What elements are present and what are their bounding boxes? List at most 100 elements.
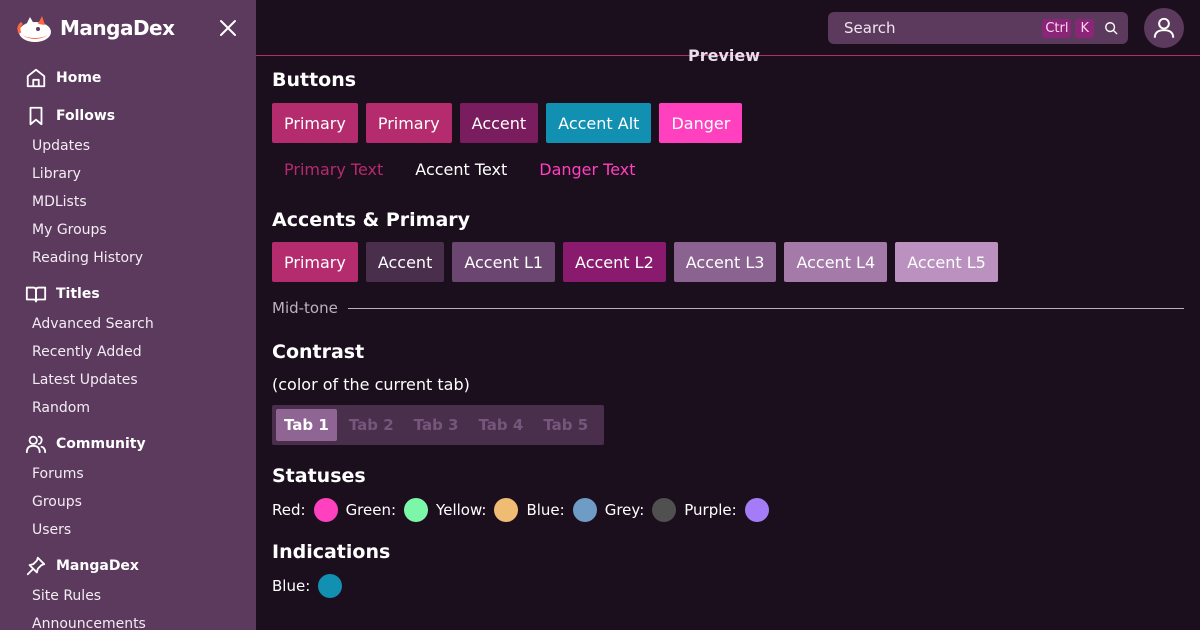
accent-swatch-accent[interactable]: Accent [365, 242, 445, 282]
pin-icon [24, 554, 48, 578]
sidebar-item-my-groups[interactable]: My Groups [0, 216, 256, 244]
close-icon [220, 20, 236, 36]
accent-swatch-l2[interactable]: Accent L2 [563, 242, 666, 282]
status-label: Blue: [526, 501, 565, 519]
sidebar-item-forums[interactable]: Forums [0, 460, 256, 488]
sidebar-item-titles[interactable]: Titles [0, 278, 256, 310]
logo-icon [16, 13, 54, 43]
sidebar-item-advanced-search[interactable]: Advanced Search [0, 310, 256, 338]
accent-button[interactable]: Accent [459, 103, 539, 143]
bookmark-icon [24, 104, 48, 128]
tab-4[interactable]: Tab 4 [470, 409, 531, 441]
buttons-row: Primary Primary Accent Accent Alt Danger [272, 103, 750, 143]
accent-swatch-primary[interactable]: Primary [272, 242, 358, 282]
midtone-label: Mid-tone [272, 299, 338, 317]
status-label: Grey: [604, 501, 645, 519]
sidebar-item-latest-updates[interactable]: Latest Updates [0, 366, 256, 394]
status-dot-red [313, 498, 338, 522]
statuses-row: Red: Green: Yellow: Blue: Grey: Purple: [272, 498, 777, 522]
sidebar-item-recently-added[interactable]: Recently Added [0, 338, 256, 366]
indication-blue: Blue: [272, 574, 343, 598]
contrast-note: (color of the current tab) [272, 375, 470, 394]
book-open-icon [24, 282, 48, 306]
danger-button[interactable]: Danger [659, 103, 743, 143]
logo-text: MangaDex [60, 16, 175, 40]
status-label: Purple: [684, 501, 737, 519]
status-dot-purple [744, 498, 769, 522]
accents-row: Primary Accent Accent L1 Accent L2 Accen… [272, 242, 1006, 282]
close-sidebar-button[interactable] [214, 14, 242, 42]
sidebar-item-announcements[interactable]: Announcements [0, 610, 256, 630]
status-dot-yellow [494, 498, 519, 522]
tab-1[interactable]: Tab 1 [276, 409, 337, 441]
primary-text-button[interactable]: Primary Text [272, 155, 395, 183]
status-label: Yellow: [436, 501, 487, 519]
status-blue: Blue: [526, 498, 597, 522]
preview-heading: Preview [688, 46, 761, 63]
status-label: Green: [345, 501, 397, 519]
primary-button[interactable]: Primary [272, 103, 358, 143]
status-yellow: Yellow: [436, 498, 519, 522]
accents-heading: Accents & Primary [272, 209, 471, 231]
sidebar-item-follows[interactable]: Follows [0, 100, 256, 132]
contrast-heading: Contrast [272, 341, 365, 363]
text-buttons-row: Primary Text Accent Text Danger Text [272, 155, 656, 183]
indications-heading: Indications [272, 541, 391, 563]
primary-button-2[interactable]: Primary [365, 103, 452, 143]
shortcut-ctrl-key: Ctrl [1042, 18, 1072, 38]
shortcut-k-key: K [1075, 18, 1094, 38]
sidebar-item-random[interactable]: Random [0, 394, 256, 422]
danger-text-button[interactable]: Danger Text [527, 155, 647, 183]
search-placeholder: Search [844, 19, 896, 37]
user-icon [1153, 17, 1175, 38]
search-input[interactable]: Search Ctrl K [828, 12, 1128, 44]
accent-swatch-l3[interactable]: Accent L3 [673, 242, 777, 282]
contrast-tabs: Tab 1 Tab 2 Tab 3 Tab 4 Tab 5 [272, 405, 605, 445]
indication-dot-blue [318, 574, 343, 598]
midtone-divider: Mid-tone [272, 299, 1184, 317]
sidebar-section-label: Community [56, 436, 146, 452]
sidebar-item-users[interactable]: Users [0, 516, 256, 544]
divider-line [347, 307, 1184, 309]
sidebar-item-mangadex[interactable]: MangaDex [0, 550, 256, 582]
status-label: Red: [272, 501, 306, 519]
statuses-heading: Statuses [272, 465, 366, 487]
status-dot-green [404, 498, 429, 522]
accent-swatch-l1[interactable]: Accent L1 [452, 242, 556, 282]
home-icon [24, 66, 48, 90]
accent-swatch-l5[interactable]: Accent L5 [895, 242, 998, 282]
sidebar-item-groups[interactable]: Groups [0, 488, 256, 516]
main-content: Preview Buttons Primary Primary Accent A… [272, 46, 1184, 630]
accent-alt-button[interactable]: Accent Alt [546, 103, 652, 143]
indications-row: Blue: [272, 574, 350, 598]
sidebar-item-library[interactable]: Library [0, 160, 256, 188]
accent-text-button[interactable]: Accent Text [403, 155, 519, 183]
status-dot-blue [572, 498, 597, 522]
search-icon[interactable] [1104, 21, 1118, 35]
tab-3[interactable]: Tab 3 [406, 409, 467, 441]
tab-2[interactable]: Tab 2 [341, 409, 402, 441]
sidebar-item-mdlists[interactable]: MDLists [0, 188, 256, 216]
user-avatar-button[interactable] [1144, 8, 1184, 48]
sidebar-item-updates[interactable]: Updates [0, 132, 256, 160]
buttons-heading: Buttons [272, 69, 357, 91]
sidebar-section-label: Home [56, 70, 102, 86]
sidebar: MangaDex Home Follows Updates Library MD… [0, 0, 256, 630]
sidebar-item-reading-history[interactable]: Reading History [0, 244, 256, 272]
status-grey: Grey: [605, 498, 677, 522]
tab-5[interactable]: Tab 5 [535, 409, 596, 441]
accent-swatch-l4[interactable]: Accent L4 [784, 242, 888, 282]
sidebar-section-label: Follows [56, 108, 116, 124]
sidebar-item-home[interactable]: Home [0, 62, 256, 94]
status-dot-grey [652, 498, 677, 522]
sidebar-item-site-rules[interactable]: Site Rules [0, 582, 256, 610]
status-green: Green: [345, 498, 429, 522]
users-icon [24, 432, 48, 456]
sidebar-section-label: MangaDex [56, 558, 139, 574]
status-purple: Purple: [684, 498, 769, 522]
logo[interactable]: MangaDex [16, 12, 175, 44]
sidebar-nav: Home Follows Updates Library MDLists My … [0, 62, 256, 630]
sidebar-section-label: Titles [56, 286, 100, 302]
sidebar-item-community[interactable]: Community [0, 428, 256, 460]
indication-label: Blue: [272, 577, 311, 595]
